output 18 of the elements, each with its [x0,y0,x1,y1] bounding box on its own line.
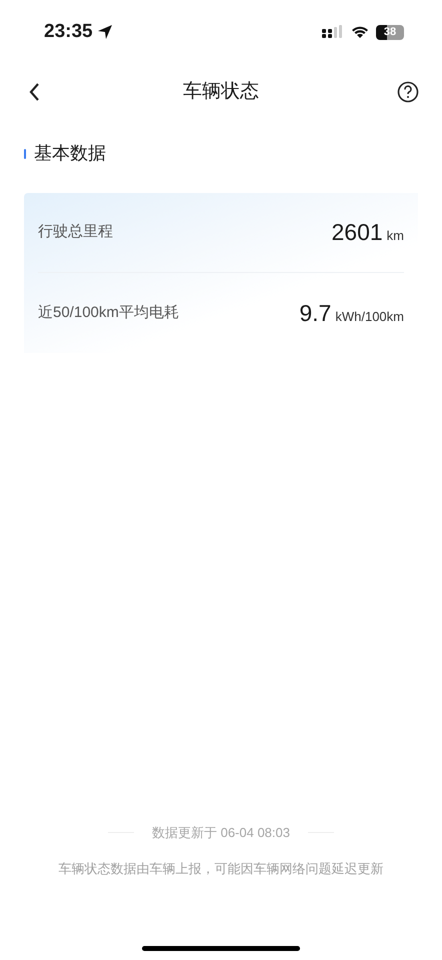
metric-value: 2601 [331,218,383,248]
metric-label: 行驶总里程 [38,222,113,242]
back-icon [28,82,40,102]
section-marker [24,148,26,158]
help-icon [397,81,419,103]
metric-unit: km [386,227,404,246]
page-title: 车辆状态 [183,80,259,104]
metric-label: 近50/100km平均电耗 [38,302,179,323]
update-time: 数据更新于 06-04 08:03 [152,824,290,842]
status-time: 23:35 [44,20,93,44]
footer-note: 车辆状态数据由车辆上报，可能因车辆网络问题延迟更新 [58,860,384,878]
signal-icon [322,25,344,39]
section-title: 基本数据 [34,142,106,165]
help-button[interactable] [396,80,420,104]
location-arrow-icon [96,24,113,40]
metric-unit: kWh/100km [335,308,404,326]
wifi-icon [350,25,370,39]
metric-value: 9.7 [299,298,332,328]
